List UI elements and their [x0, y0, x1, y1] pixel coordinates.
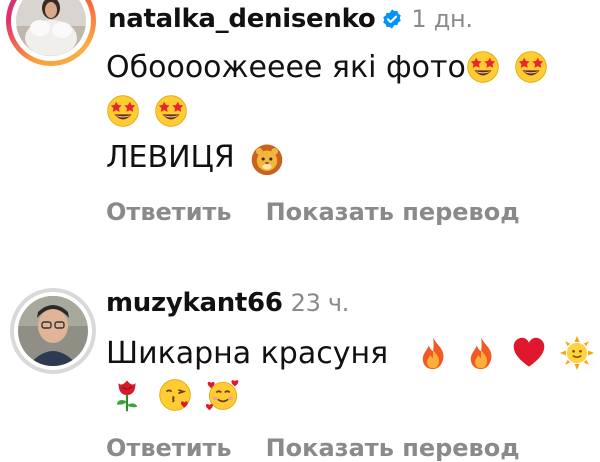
show-translation-button[interactable]: Показать перевод: [266, 198, 520, 226]
comment-1: natalka_denisenko 1 дн. Обоооожееее які ф…: [0, 0, 600, 250]
emoji-row-1: [466, 50, 562, 84]
comment-timestamp: 1 дн.: [411, 5, 473, 33]
face-blowing-kiss-emoji-icon: [158, 378, 192, 412]
comment-text-line-1: Шикарна красуня: [106, 336, 388, 371]
smiling-face-with-hearts-emoji-icon: [206, 378, 240, 412]
star-struck-emoji-icon: [466, 50, 500, 84]
lion-face-emoji-icon: [250, 142, 284, 176]
comment-actions: Ответить Показать перевод: [106, 434, 554, 462]
username-text[interactable]: natalka_denisenko: [108, 4, 376, 34]
comment-text: Шикарна красуня: [106, 336, 389, 371]
comment-username[interactable]: muzykant66 23 ч.: [106, 288, 349, 318]
comment-actions: Ответить Показать перевод: [106, 198, 554, 226]
avatar-border: [14, 292, 92, 370]
sun-with-face-emoji-icon: [560, 336, 594, 370]
fire-emoji-icon: [464, 336, 498, 370]
reply-button[interactable]: Ответить: [106, 198, 232, 226]
star-struck-emoji-icon: [514, 50, 548, 84]
avatar-story-ring[interactable]: [6, 0, 96, 66]
star-struck-emoji-icon: [154, 94, 188, 128]
emoji-row-1: [416, 336, 600, 370]
comment-timestamp: 23 ч.: [290, 289, 350, 317]
comment-text-line-2: ЛЕВИЦЯ: [106, 140, 298, 176]
reply-button[interactable]: Ответить: [106, 434, 232, 462]
comment-text-line-1: Обоооожееее які фото: [106, 50, 466, 85]
comment-text: ЛЕВИЦЯ: [106, 140, 235, 175]
show-translation-button[interactable]: Показать перевод: [266, 434, 520, 462]
comment-username[interactable]: natalka_denisenko 1 дн.: [108, 4, 473, 37]
red-heart-emoji-icon: [512, 336, 546, 370]
emoji-row-2: [110, 378, 254, 412]
comment-text: Обоооожееее які фото: [106, 50, 466, 85]
comment-2: muzykant66 23 ч. Шикарна красуня Ответить…: [0, 278, 600, 462]
fire-emoji-icon: [416, 336, 450, 370]
rose-emoji-icon: [110, 378, 144, 412]
verified-badge-icon: [381, 7, 403, 37]
avatar[interactable]: [18, 296, 88, 366]
avatar[interactable]: [16, 0, 86, 56]
avatar-ring[interactable]: [10, 288, 96, 374]
star-struck-emoji-icon: [106, 94, 140, 128]
emoji-row-2: [106, 94, 202, 128]
avatar-border: [11, 0, 91, 61]
username-text[interactable]: muzykant66: [106, 288, 283, 318]
